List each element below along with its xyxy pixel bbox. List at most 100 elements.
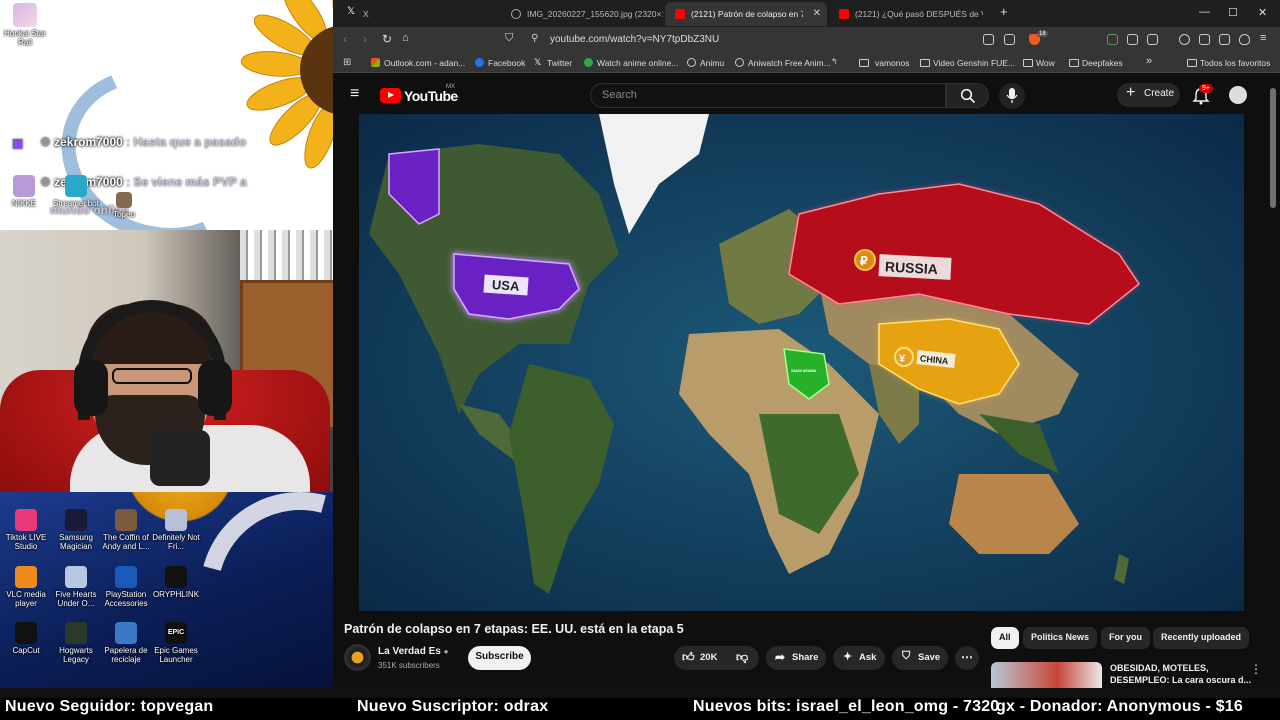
- thumbs-up-icon: 👍︎: [682, 650, 695, 664]
- tab-image[interactable]: IMG_20260227_155620.jpg (2320×1: [501, 2, 663, 26]
- desktop-icon-papelera-de-reciclaje[interactable]: Papelera de reciclaje: [102, 622, 150, 664]
- music-icon[interactable]: [1179, 34, 1190, 45]
- more-actions-button[interactable]: ⋯: [955, 646, 979, 670]
- bookmark-wow[interactable]: Wow: [1023, 58, 1055, 68]
- close-icon[interactable]: ✕: [813, 8, 821, 19]
- desktop-icon-tiktok-live-studio[interactable]: Tiktok LIVE Studio: [2, 509, 50, 551]
- tab-youtube-2[interactable]: (2121) ¿Qué pasó DESPUÉS de VOLV: [829, 2, 991, 26]
- search-input[interactable]: Search: [590, 83, 946, 108]
- wallet-icon[interactable]: [1199, 34, 1210, 45]
- menu-icon[interactable]: ≡: [1260, 32, 1266, 44]
- chip-politics-news[interactable]: Politics News: [1023, 627, 1098, 649]
- maximize-button[interactable]: ☐: [1228, 6, 1238, 19]
- subscribe-button[interactable]: Subscribe: [468, 646, 531, 670]
- site-info-icon[interactable]: ⚲: [531, 33, 538, 44]
- youtube-wordmark: YouTube: [404, 88, 458, 104]
- stream-ticker: Nuevo Seguidor: topvegan Nuevo Suscripto…: [0, 698, 1280, 720]
- share-button[interactable]: ➦ Share: [766, 646, 826, 670]
- bookmark-animu[interactable]: Animu: [687, 58, 724, 68]
- facebook-icon: [475, 58, 484, 67]
- leo-ai-icon[interactable]: [1219, 34, 1230, 45]
- bookmark-vamonos[interactable]: ↰ vamonos: [831, 57, 910, 68]
- channel-avatar[interactable]: [344, 644, 371, 671]
- tab-x[interactable]: 𝕏 X: [337, 2, 497, 26]
- like-button[interactable]: 👍︎ 20K: [674, 646, 724, 670]
- page-scrollbar[interactable]: [1270, 88, 1276, 208]
- topeo-icon: [116, 192, 132, 208]
- home-icon[interactable]: ⌂: [402, 32, 409, 44]
- bookmark-all-favorites[interactable]: Todos los favoritos: [1187, 58, 1270, 68]
- desktop-icon-definitely-not-fri[interactable]: Definitely Not Fri...: [152, 509, 200, 551]
- desktop-icon-five-hearts-under-o[interactable]: Five Hearts Under O...: [52, 566, 100, 608]
- desktop-icon-oryphlink[interactable]: ORYPHLINK: [152, 566, 200, 599]
- desktop-icon-capcut[interactable]: CapCut: [2, 622, 50, 655]
- recommended-thumbnail[interactable]: [991, 662, 1102, 688]
- reload-icon[interactable]: ↻: [382, 32, 392, 46]
- chip-all[interactable]: All: [991, 627, 1019, 649]
- ticker-donor: gx - Donador: Anonymous - $16: [996, 698, 1244, 715]
- video-player[interactable]: USA ₽ RUSSIA ¥ CHINA SAUDI ARABIA: [359, 114, 1244, 611]
- bookmarks-overflow[interactable]: »: [1146, 55, 1152, 67]
- minimize-button[interactable]: —: [1199, 6, 1210, 18]
- chat-text: Se viene más PVP a: [133, 175, 247, 189]
- extensions-icon[interactable]: [1127, 34, 1138, 45]
- folder-icon: [859, 59, 869, 67]
- recommended-menu-icon[interactable]: ⋮: [1250, 662, 1262, 676]
- bookmark-icon[interactable]: ⛉: [505, 32, 513, 45]
- forward-icon[interactable]: ›: [363, 32, 367, 46]
- create-label: Create: [1144, 88, 1175, 99]
- search-button[interactable]: [946, 83, 989, 108]
- share-icon[interactable]: [1004, 34, 1015, 45]
- ask-button[interactable]: ✦ Ask: [833, 646, 885, 670]
- channel-name[interactable]: La Verdad Es ●: [378, 646, 448, 657]
- window-close-button[interactable]: ✕: [1258, 6, 1267, 19]
- new-tab-button[interactable]: +: [1000, 4, 1008, 19]
- bookmark-twitter[interactable]: 𝕏 Twitter: [534, 57, 572, 68]
- chip-for-you[interactable]: For you: [1101, 627, 1150, 649]
- sidebar-icon[interactable]: [1147, 34, 1158, 45]
- voice-search-button[interactable]: [999, 83, 1025, 109]
- honkai-icon[interactable]: [13, 3, 37, 27]
- cast-icon[interactable]: [983, 34, 994, 45]
- desktop-icon-streamerbot[interactable]: Streamer.bot: [52, 175, 100, 208]
- tab-youtube-active[interactable]: (2121) Patrón de colapso en 7 et ✕: [665, 2, 827, 26]
- bookmark-deepfakes[interactable]: Deepfakes: [1069, 58, 1123, 68]
- desktop-icon-samsung-magician[interactable]: Samsung Magician: [52, 509, 100, 551]
- video-title: Patrón de colapso en 7 etapas: EE. UU. e…: [344, 622, 684, 636]
- chip-recently-uploaded[interactable]: Recently uploaded: [1153, 627, 1250, 649]
- bookmark-outlook[interactable]: Outlook.com - adan...: [371, 58, 465, 68]
- share-label: Share: [792, 652, 819, 663]
- desktop-icon-topeo[interactable]: Topeo: [100, 192, 148, 219]
- bookmark-label: Outlook.com - adan...: [384, 58, 466, 68]
- hamburger-menu-icon[interactable]: ≡: [350, 85, 359, 103]
- sunflower-graphic: [240, 0, 333, 169]
- bookmark-anime[interactable]: Watch anime online...: [584, 58, 678, 68]
- search-icon: [960, 88, 976, 104]
- icon-label: Samsung Magician: [59, 533, 93, 551]
- vpn-icon[interactable]: [1239, 34, 1250, 45]
- desktop-icon-hogwarts-legacy[interactable]: Hogwarts Legacy: [52, 622, 100, 664]
- desktop-icon-epic-games-launcher[interactable]: EPIC Epic Games Launcher: [152, 622, 200, 664]
- desktop-icon-nikke[interactable]: NIKKE: [0, 175, 48, 208]
- taskbar-strip: [0, 688, 1280, 698]
- create-button[interactable]: + Create: [1117, 83, 1180, 107]
- yuan-symbol: ¥: [899, 353, 906, 365]
- account-avatar[interactable]: [1229, 86, 1247, 104]
- extension-icon-1[interactable]: [1107, 34, 1118, 45]
- dislike-button[interactable]: 👎︎: [729, 646, 759, 670]
- save-button[interactable]: ⛉ Save: [892, 646, 948, 670]
- bookmark-facebook[interactable]: Facebook: [475, 58, 525, 68]
- world-map-frame: USA ₽ RUSSIA ¥ CHINA SAUDI ARABIA: [359, 114, 1244, 611]
- bookmark-aniwatch[interactable]: Aniwatch Free Anim...: [735, 58, 831, 68]
- notification-badge: 9+: [1199, 84, 1213, 93]
- app-icon: [15, 622, 37, 644]
- bookmarks-bar: ⊞ Outlook.com - adan... Facebook 𝕏 Twitte…: [333, 53, 1280, 73]
- desktop-icon-playstation-accessories[interactable]: PlayStation Accessories: [102, 566, 150, 608]
- desktop-icon-vlc-media-player[interactable]: VLC media player: [2, 566, 50, 608]
- recommended-title[interactable]: OBESIDAD, MOTELES, DESEMPLEO: La cara os…: [1110, 662, 1265, 686]
- bookmark-genshin[interactable]: Video Genshin FUE...: [920, 58, 1015, 68]
- apps-grid-icon[interactable]: ⊞: [343, 57, 351, 68]
- folder-icon: [1023, 59, 1033, 67]
- desktop-icon-the-coffin-of-andy-and-l[interactable]: The Coffin of Andy and L...: [102, 509, 150, 551]
- back-icon[interactable]: ‹: [343, 32, 347, 46]
